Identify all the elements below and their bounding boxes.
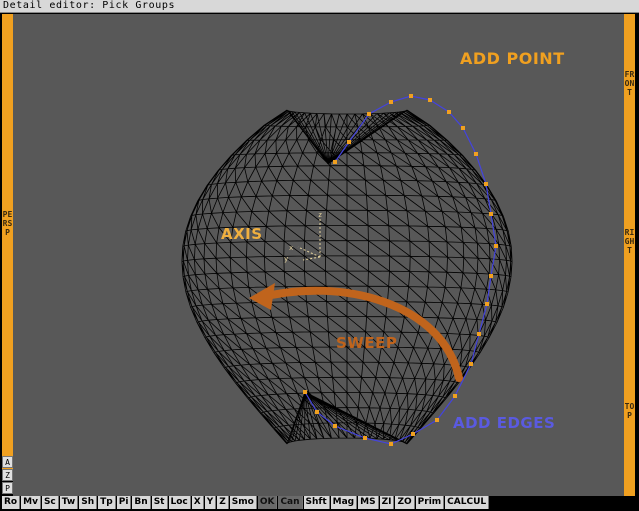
window-title-bar: Detail editor: Pick Groups	[0, 0, 639, 13]
toolbar-button-tp[interactable]: Tp	[98, 496, 116, 509]
annotation-axis: AXIS	[221, 225, 263, 243]
profile-point[interactable]	[474, 152, 478, 156]
profile-point[interactable]	[347, 140, 351, 144]
toolbar-button-sh[interactable]: Sh	[79, 496, 98, 509]
profile-point[interactable]	[409, 94, 413, 98]
corner-button-column: A Z P	[2, 456, 13, 496]
toolbar-button-pi[interactable]: Pi	[116, 496, 132, 509]
toolbar-button-sc[interactable]: Sc	[41, 496, 59, 509]
toolbar-button-st[interactable]: St	[151, 496, 168, 509]
toolbar-button-can[interactable]: Can	[278, 496, 303, 509]
toolbar-button-shft[interactable]: Shft	[303, 496, 330, 509]
profile-point[interactable]	[453, 394, 457, 398]
profile-point[interactable]	[411, 432, 415, 436]
toolbar-button-smo[interactable]: Smo	[229, 496, 257, 509]
profile-point[interactable]	[367, 112, 371, 116]
perspective-viewport[interactable]: z x y ADD POINT AXIS SWEEP ADD EDGES	[13, 14, 624, 496]
annotation-add-point: ADD POINT	[460, 49, 565, 68]
toolbar-button-prim[interactable]: Prim	[415, 496, 445, 509]
right-view-bar[interactable]: FRONT RIGHT TOP	[624, 14, 635, 496]
profile-point[interactable]	[389, 442, 393, 446]
toolbar-button-y[interactable]: Y	[204, 496, 217, 509]
corner-button-a[interactable]: A	[2, 456, 13, 468]
profile-point[interactable]	[428, 98, 432, 102]
corner-button-p[interactable]: P	[2, 482, 13, 494]
toolbar-button-z[interactable]: Z	[217, 496, 229, 509]
profile-point[interactable]	[489, 212, 493, 216]
profile-point[interactable]	[447, 110, 451, 114]
profile-point[interactable]	[477, 332, 481, 336]
profile-point[interactable]	[303, 390, 307, 394]
lathe-mesh-wireframe	[181, 109, 513, 445]
view-label-front[interactable]: FRONT	[624, 70, 635, 97]
profile-point[interactable]	[389, 100, 393, 104]
toolbar-button-bn[interactable]: Bn	[132, 496, 151, 509]
mesh-lines	[181, 109, 513, 445]
toolbar-button-tw[interactable]: Tw	[59, 496, 79, 509]
axis-x-label: x	[289, 244, 293, 252]
profile-point[interactable]	[469, 362, 473, 366]
profile-point[interactable]	[494, 244, 498, 248]
toolbar-button-x[interactable]: X	[191, 496, 204, 509]
profile-point[interactable]	[489, 274, 493, 278]
profile-point[interactable]	[363, 436, 367, 440]
profile-point[interactable]	[485, 302, 489, 306]
axis-y-label: y	[284, 255, 288, 263]
profile-point[interactable]	[315, 410, 319, 414]
toolbar-button-zo[interactable]: ZO	[395, 496, 415, 509]
profile-point[interactable]	[484, 182, 488, 186]
axis-z-label: z	[318, 211, 322, 219]
bottom-toolbar: Ro Mv Sc Tw Sh Tp Pi Bn St Loc X Y Z Smo OK Can Shft Mag M…	[2, 496, 637, 509]
toolbar-button-ok[interactable]: OK	[257, 496, 278, 509]
toolbar-button-calcul[interactable]: CALCUL	[445, 496, 490, 509]
toolbar-button-mag[interactable]: Mag	[330, 496, 358, 509]
view-label-persp[interactable]: PERSP	[2, 210, 13, 237]
profile-point[interactable]	[461, 126, 465, 130]
toolbar-button-zi[interactable]: ZI	[379, 496, 395, 509]
toolbar-button-ms[interactable]: MS	[358, 496, 379, 509]
window-title: Detail editor: Pick Groups	[3, 0, 176, 11]
corner-button-z[interactable]: Z	[2, 469, 13, 481]
annotation-add-edges: ADD EDGES	[453, 414, 556, 432]
view-label-top[interactable]: TOP	[624, 402, 635, 420]
profile-point[interactable]	[333, 424, 337, 428]
toolbar-button-loc[interactable]: Loc	[168, 496, 191, 509]
toolbar-button-mv[interactable]: Mv	[21, 496, 41, 509]
left-view-bar[interactable]: PERSP	[2, 14, 13, 472]
annotation-sweep: SWEEP	[336, 334, 398, 352]
profile-point[interactable]	[435, 418, 439, 422]
view-label-right[interactable]: RIGHT	[624, 228, 635, 255]
profile-point[interactable]	[333, 160, 337, 164]
toolbar-button-ro[interactable]: Ro	[2, 496, 21, 509]
